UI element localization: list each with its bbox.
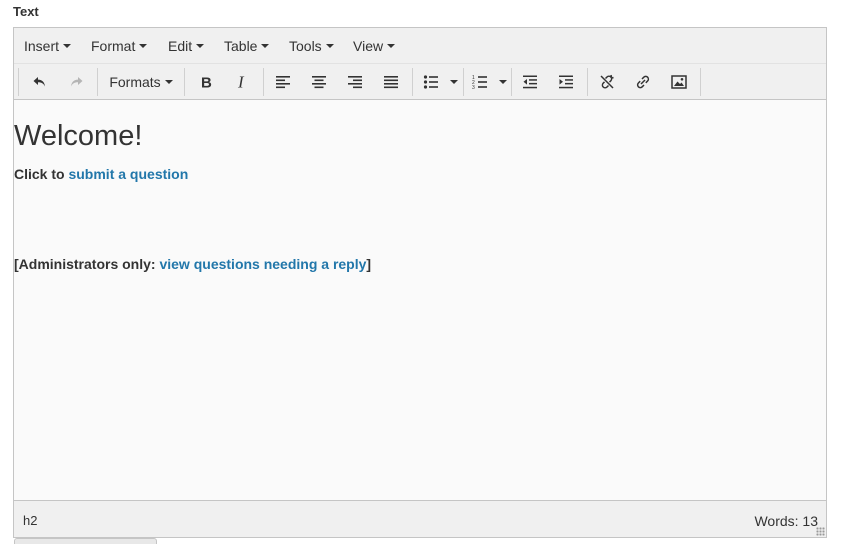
caret-down-icon <box>325 44 334 48</box>
numbered-list-icon: 123 <box>472 75 487 90</box>
link-button[interactable] <box>629 67 657 97</box>
toolbar-separator <box>700 68 701 96</box>
align-justify-button[interactable] <box>377 67 405 97</box>
bottom-tab[interactable] <box>14 538 157 544</box>
submit-question-link[interactable]: submit a question <box>68 166 188 182</box>
submit-question-line: Click to submit a question <box>14 166 188 182</box>
redo-button[interactable] <box>62 67 90 97</box>
menu-table[interactable]: Table <box>224 38 270 54</box>
menu-edit-label: Edit <box>168 38 193 54</box>
field-label: Text <box>13 4 39 19</box>
caret-down-icon <box>139 44 148 48</box>
image-icon <box>671 75 687 89</box>
image-button[interactable] <box>665 67 693 97</box>
menu-view-label: View <box>353 38 384 54</box>
word-count: Words: 13 <box>754 513 818 529</box>
link-icon <box>636 75 650 89</box>
align-center-icon <box>312 76 326 89</box>
caret-down-icon <box>196 44 205 48</box>
italic-button[interactable]: I <box>228 67 256 97</box>
svg-text:B: B <box>201 75 212 91</box>
svg-text:I: I <box>237 74 245 90</box>
toolbar-separator <box>184 68 185 96</box>
menu-edit[interactable]: Edit <box>168 38 205 54</box>
align-left-icon <box>276 76 290 89</box>
unlink-button[interactable] <box>593 67 621 97</box>
indent-icon <box>559 75 573 89</box>
menubar: Insert Format Edit Table Tools View <box>14 28 826 64</box>
bullet-list-icon <box>423 75 438 89</box>
bullet-list-button[interactable] <box>417 67 445 97</box>
welcome-heading: Welcome! <box>14 120 143 152</box>
menu-insert[interactable]: Insert <box>24 38 72 54</box>
align-justify-icon <box>384 76 398 89</box>
toolbar: Formats B I 123 <box>14 64 826 100</box>
caret-down-icon <box>261 44 270 48</box>
admin-line: [Administrators only: view questions nee… <box>14 256 371 272</box>
redo-icon <box>71 77 83 87</box>
statusbar: h2 Words: 13 <box>14 500 826 537</box>
menu-format-label: Format <box>91 38 136 54</box>
outdent-icon <box>523 75 537 89</box>
formats-dropdown[interactable]: Formats <box>105 67 177 97</box>
view-questions-link[interactable]: view questions needing a reply <box>159 256 366 272</box>
toolbar-separator <box>587 68 588 96</box>
unlink-icon <box>600 74 614 89</box>
align-center-button[interactable] <box>305 67 333 97</box>
menu-table-label: Table <box>224 38 258 54</box>
toolbar-separator <box>97 68 98 96</box>
rich-text-editor: Insert Format Edit Table Tools View Form… <box>13 27 827 538</box>
menu-tools-label: Tools <box>289 38 322 54</box>
indent-button[interactable] <box>552 67 580 97</box>
align-left-button[interactable] <box>269 67 297 97</box>
admin-only-label: Administrators only: <box>18 256 156 272</box>
menu-tools[interactable]: Tools <box>289 38 334 54</box>
toolbar-separator <box>511 68 512 96</box>
menu-insert-label: Insert <box>24 38 60 54</box>
outdent-button[interactable] <box>516 67 544 97</box>
element-path[interactable]: h2 <box>23 513 37 528</box>
italic-icon: I <box>237 74 245 90</box>
toolbar-separator <box>18 68 19 96</box>
caret-down-icon <box>164 80 173 84</box>
caret-down-icon <box>387 44 396 48</box>
undo-button[interactable] <box>26 67 54 97</box>
numbered-list-options[interactable] <box>495 67 507 97</box>
caret-down-icon <box>450 80 458 84</box>
menu-format[interactable]: Format <box>91 38 148 54</box>
editor-content-area[interactable]: Welcome! Click to submit a question [Adm… <box>14 100 826 500</box>
resize-handle-icon[interactable] <box>816 527 825 536</box>
toolbar-separator <box>412 68 413 96</box>
undo-icon <box>33 77 45 87</box>
caret-down-icon <box>63 44 72 48</box>
numbered-list-button[interactable]: 123 <box>466 67 494 97</box>
bold-icon: B <box>201 75 212 91</box>
bullet-list-options[interactable] <box>446 67 458 97</box>
formats-label: Formats <box>109 74 161 90</box>
bold-button[interactable]: B <box>192 67 220 97</box>
align-right-button[interactable] <box>341 67 369 97</box>
align-right-icon <box>348 76 362 89</box>
bracket-close: ] <box>366 256 372 272</box>
toolbar-separator <box>263 68 264 96</box>
toolbar-separator <box>463 68 464 96</box>
svg-text:3: 3 <box>472 85 475 90</box>
menu-view[interactable]: View <box>353 38 396 54</box>
click-to-text: Click to <box>14 166 69 182</box>
caret-down-icon <box>499 80 507 84</box>
